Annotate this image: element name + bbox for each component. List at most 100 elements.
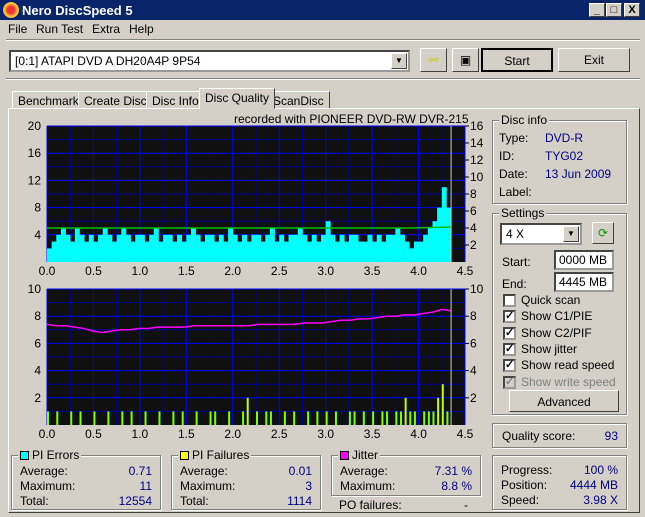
tab-disc-info[interactable]: Disc Info [146,91,205,109]
pi-error-bar [441,187,447,262]
id-label: ID: [499,149,515,163]
x-tick-label: 2.5 [271,264,288,278]
close-button[interactable]: X [624,3,640,17]
y-right-tick-label: 6 [470,336,477,350]
window-title: Nero DiscSpeed 5 [22,3,133,18]
x-tick-label: 1.5 [178,264,195,278]
pi-failure-bar [372,411,375,425]
pi-error-bar [260,241,266,262]
refresh-icon: ⟳ [597,226,609,240]
speed-value: 3.98 X [583,493,618,507]
pi-error-bar [321,234,326,262]
checkbox[interactable]: ✓ [503,310,516,324]
y-left-tick-label: 4 [34,364,41,378]
pi-failure-bar [307,411,310,425]
refresh-button[interactable]: ⟳ [592,222,614,244]
quality-score-box: Quality score: 93 [492,423,627,448]
pi-error-bar [395,228,401,262]
pi-error-bar [218,234,224,262]
end-input[interactable]: 4445 MB [554,272,614,292]
pi-failure-bar [432,411,435,425]
tab-disc-quality[interactable]: Disc Quality [199,88,276,109]
exit-button[interactable]: Exit [558,48,630,72]
drive-info-button[interactable]: ⚯ [420,48,447,72]
stat-label: Average: [20,464,68,478]
menu-help[interactable]: Help [129,22,154,36]
pi-errors-chart: 0.0 0.5 1.0 1.5 2.0 2.5 3.0 3.5 4.0 4.54812162024… [28,119,484,278]
jitter-title: Jitter [352,448,379,462]
save-button[interactable]: ▣ [452,48,479,72]
speed-select[interactable]: 4 X ▼ [500,223,582,245]
app-logo-icon [3,2,19,18]
jitter-average: 7.31 % [434,464,472,478]
pi-failure-bar [362,411,365,425]
chevron-down-icon[interactable]: ▼ [391,53,407,69]
y-left-tick-label: 2 [34,391,41,405]
pi-error-bar [381,241,387,262]
menu-extra[interactable]: Extra [92,22,120,36]
pi-failure-bar [409,411,412,425]
y-right-tick-label: 2 [470,238,477,252]
pi-error-bar [223,241,229,262]
pi-failures-average: 0.01 [288,464,312,478]
type-value: DVD-R [545,131,583,145]
pi-error-bar [311,234,317,262]
menu-run-test[interactable]: Run Test [36,22,83,36]
pi-errors-total: 12554 [118,494,152,508]
drive-select[interactable]: [0:1] ATAPI DVD A DH20A4P 9P54 ▼ [9,50,410,72]
y-left-tick-label: 6 [34,336,41,350]
pi-failures-group: PI Failures Average: 0.01 Maximum: 3 Total… [171,448,321,510]
pi-error-bar [367,234,373,262]
tab-scandisc[interactable]: ScanDisc [267,91,330,109]
pi-failure-bar [79,411,82,425]
checkbox[interactable]: ✓ [503,326,516,340]
start-input[interactable]: 0000 MB [554,250,614,270]
start-button[interactable]: Start [481,48,553,72]
pi-error-bar [200,241,206,262]
checkbox[interactable] [503,294,516,307]
pi-failure-bar [144,411,147,425]
pi-failure-bar [121,411,124,425]
pi-error-bar [209,234,215,262]
end-label: End: [502,277,527,291]
pi-error-bar [256,234,261,262]
pi-failure-bar [395,411,398,425]
y-left-tick-label: 4 [34,228,41,242]
x-tick-label: 2.0 [224,427,241,441]
x-tick-label: 1.0 [132,264,149,278]
checkbox[interactable]: ✓ [503,359,516,373]
pi-error-bar [167,234,173,262]
pi-failure-bar [441,384,444,425]
pi-error-bar [70,241,76,262]
tab-create-disc[interactable]: Create Disc [78,91,153,109]
menu-file[interactable]: File [8,22,27,36]
pi-error-bar [237,241,243,262]
pi-error-bar [390,234,396,262]
pi-error-bar [269,228,275,262]
pi-failure-bar [93,411,96,425]
minimize-button[interactable]: _ [589,3,605,17]
chevron-down-icon[interactable]: ▼ [563,226,579,242]
id-value: TYG02 [545,149,584,163]
pi-failure-bar [172,411,175,425]
pi-error-bar [437,207,443,262]
advanced-button[interactable]: Advanced [509,390,619,412]
start-label: Start: [502,255,531,269]
pi-error-bar [274,241,280,262]
pi-failure-bar [427,411,430,425]
pi-failure-bar [242,411,245,425]
checkbox[interactable]: ✓ [503,342,516,356]
pi-errors-maximum: 11 [139,479,152,493]
x-tick-label: 2.5 [271,427,288,441]
pi-failure-bar [228,411,231,425]
tab-benchmark[interactable]: Benchmark [12,91,85,109]
pi-error-bar [358,241,364,262]
checkbox[interactable]: ✓ [503,375,516,389]
maximize-button[interactable]: □ [606,3,622,17]
pi-error-bar [116,234,122,262]
title-bar: Nero DiscSpeed 5 _ □ X [0,0,645,20]
pi-error-bar [297,228,303,262]
pi-failure-bar [316,411,319,425]
pi-error-bar [144,241,150,262]
checkbox-label: Show C1/PIE [521,309,593,324]
